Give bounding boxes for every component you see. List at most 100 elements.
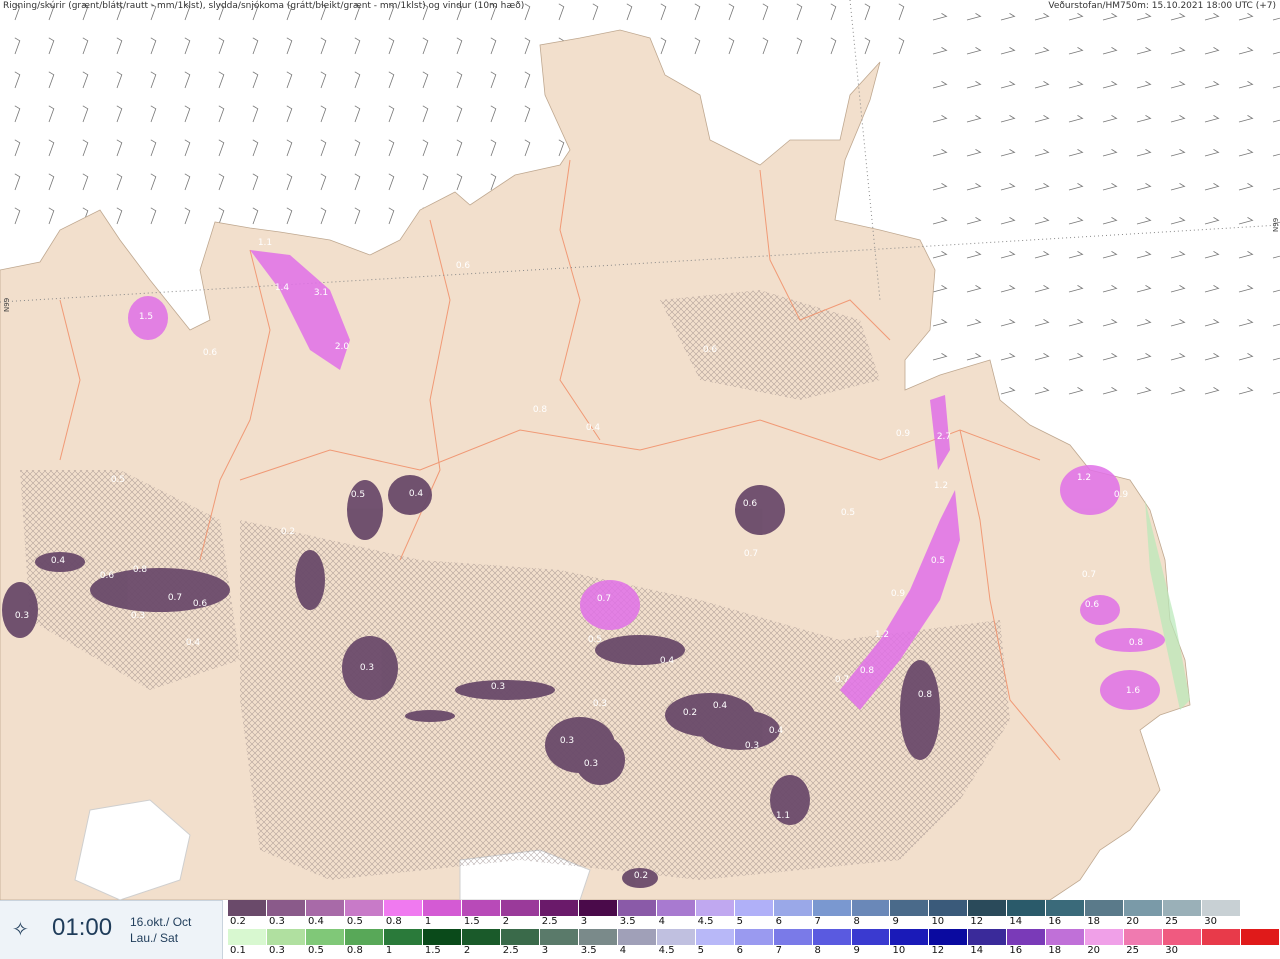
- precip-value-label: 0.3: [560, 736, 574, 746]
- precip-value-label: 0.9: [1114, 490, 1129, 500]
- legend-label: 10: [931, 916, 945, 927]
- legend-label: 18: [1087, 916, 1101, 927]
- precip-value-label: 0.4: [660, 656, 675, 666]
- legend-label: [1241, 945, 1280, 957]
- precip-value-label: 0.7: [1082, 570, 1096, 580]
- legend-swatch: [383, 900, 423, 916]
- legend-label: 0.8: [385, 916, 402, 927]
- precip-value-label: 0.4: [586, 423, 601, 433]
- legend-swatch: [734, 900, 774, 916]
- legend-label: 4: [658, 916, 666, 927]
- legend-label: 0.3: [268, 916, 285, 927]
- precip-value-label: 0.6: [456, 261, 471, 271]
- legend-label: 5: [736, 916, 743, 927]
- legend-swatch: [929, 929, 969, 945]
- legend-swatch: [344, 900, 384, 916]
- legend-label: 8: [814, 945, 821, 956]
- legend-label: 18: [1048, 945, 1062, 956]
- legend-swatch: [1241, 900, 1280, 916]
- precip-value-label: 0.8: [860, 666, 875, 676]
- legend-label: 2.5: [502, 945, 519, 956]
- legend-label: 4.5: [658, 945, 675, 956]
- precip-value-label: 0.9: [891, 589, 906, 599]
- precip-value-label: 0.6: [193, 599, 208, 609]
- legend-label: 10: [892, 945, 906, 956]
- precip-value-label: 0.7: [597, 594, 611, 604]
- legend-label: 8: [853, 916, 860, 927]
- legend-swatch: [656, 900, 696, 916]
- compass-star-icon: ✧: [12, 917, 29, 941]
- legend-label: 6: [736, 945, 743, 956]
- legend-label: 30: [1204, 916, 1217, 927]
- legend-label: 1.5: [424, 945, 441, 956]
- precip-value-label: 0.8: [533, 405, 548, 415]
- precip-value-label: 0.9: [896, 429, 911, 439]
- legend-swatch: [656, 929, 696, 945]
- latitude-label: N99: [3, 297, 11, 312]
- legend-swatch: [617, 929, 657, 945]
- legend-label: 7: [814, 916, 821, 927]
- legend-swatch: [500, 900, 540, 916]
- precip-value-label: 0.6: [1085, 600, 1100, 610]
- legend-label: 14: [970, 945, 984, 956]
- precip-value-label: 0.3: [745, 741, 759, 751]
- legend-swatch: [1202, 900, 1242, 916]
- precip-value-label: 0.4: [713, 701, 728, 711]
- precip-value-label: 0.3: [15, 611, 29, 621]
- legend-label: 4.5: [697, 916, 714, 927]
- precip-value-label: 1.5: [139, 312, 153, 322]
- legend-swatch: [422, 929, 462, 945]
- precip-value-label: 0.3: [131, 611, 145, 621]
- legend-label: 0.5: [346, 916, 363, 927]
- legend-swatch: [773, 900, 813, 916]
- precip-value-label: 0.4: [769, 726, 784, 736]
- legend-label: 2: [463, 945, 471, 956]
- legend-swatch: [695, 900, 735, 916]
- legend-label: 25: [1126, 945, 1140, 956]
- legend-label: 2.5: [541, 916, 558, 927]
- legend-swatch: [1007, 929, 1047, 945]
- legend-label: 16: [1009, 945, 1023, 956]
- legend-swatch: [695, 929, 735, 945]
- legend-label: 0.5: [307, 945, 324, 956]
- precip-value-label: 0.4: [51, 556, 66, 566]
- legend-swatch: [461, 900, 501, 916]
- precip-scale-labels: 0.2 0.3 0.4 0.5 0.8 1 1.5 2 2.5 3 3.5 4 4.5 5 6 7 8 9 10 12…: [228, 916, 1280, 928]
- legend-swatch: [1163, 900, 1203, 916]
- legend-swatch: [929, 900, 969, 916]
- precip-value-label: 0.8: [1129, 638, 1144, 648]
- precip-value-label: 0.5: [351, 490, 365, 500]
- legend-label: 5: [697, 945, 704, 956]
- legend-label: 9: [853, 945, 860, 956]
- precip-value-label: 0.7: [168, 593, 182, 603]
- legend-swatch: [1085, 900, 1125, 916]
- precip-value-label: 0.5: [931, 556, 945, 566]
- precip-value-label: 3.1: [314, 288, 328, 298]
- legend-swatch: [461, 929, 501, 945]
- precip-value-label: 0.3: [360, 663, 374, 673]
- legend-swatch: [617, 900, 657, 916]
- legend-swatch: [851, 929, 891, 945]
- legend-label: 0.2: [230, 916, 246, 927]
- legend-swatch: [383, 929, 423, 945]
- legend-swatch: [1085, 929, 1125, 945]
- map-title: Rigning/skúrir (grænt/blátt/rautt - mm/1…: [3, 1, 525, 11]
- legend-label: 0.1: [230, 945, 246, 956]
- precip-value-label: 0.5: [111, 475, 125, 485]
- precip-value-label: 1.1: [776, 811, 790, 821]
- legend-swatch: [305, 929, 345, 945]
- legend-swatch: [578, 929, 618, 945]
- precip-value-label: 0.8: [918, 690, 933, 700]
- precip-value-label: 2.0: [335, 342, 350, 352]
- time-panel[interactable]: ✧ 01:00 16.okt./ Oct Lau./ Sat: [0, 900, 223, 959]
- precip-value-label: 1.2: [875, 630, 889, 640]
- legend-swatch: [1124, 929, 1164, 945]
- legend-swatch: [228, 900, 267, 916]
- legend-label: 3.5: [580, 945, 597, 956]
- snow-color-scale: [228, 929, 1280, 945]
- precip-value-label: 1.4: [275, 283, 290, 293]
- precip-value-label: 0.5: [588, 635, 602, 645]
- legend-label: 1.5: [463, 916, 480, 927]
- precip-value-label: 0.8: [133, 565, 148, 575]
- precip-value-label: 0.6: [100, 571, 115, 581]
